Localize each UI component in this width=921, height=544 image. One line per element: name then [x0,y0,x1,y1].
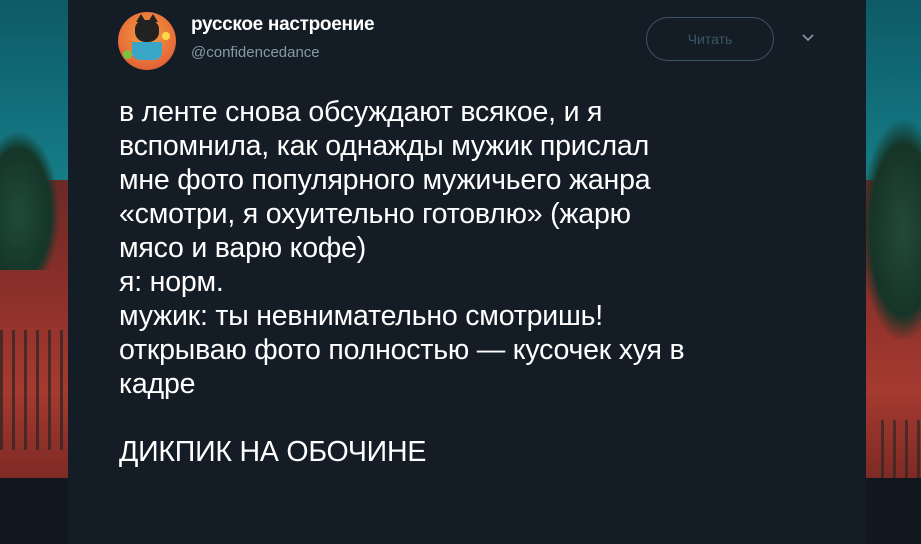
tweet-line: мне фото популярного мужичьего жанра [119,164,651,196]
tweet-line: мужик: ты невнимательно смотришь! [119,300,603,332]
follow-button[interactable]: Читать [646,17,774,61]
avatar-dot [123,50,132,59]
tweet-line: открываю фото полностью — кусочек хуя в [119,334,685,366]
author-display-name[interactable]: русское настроение [191,14,375,36]
tweet-line: в ленте снова обсуждают всякое, и я [119,96,603,128]
avatar[interactable] [118,12,176,70]
background-tree-right [861,120,921,340]
author-username[interactable]: @confidencedance [191,44,320,61]
avatar-cat-shape [135,14,159,42]
avatar-dot [162,32,170,40]
tweet-line: я: норм. [119,266,224,298]
background-tree-left [0,130,60,270]
tweet-line: мясо и варю кофе) [119,232,367,264]
tweet-line: кадре [119,368,196,400]
avatar-cup-shape [132,42,162,60]
tweet-card: русское настроение @confidencedance Чита… [68,0,866,544]
tweet-text: в ленте снова обсуждают всякое, и я вспо… [119,95,839,469]
chevron-down-icon[interactable] [800,30,816,46]
background-fence-left [0,330,66,450]
tweet-line: «смотри, я охуительно готовлю» (жарю [119,198,631,230]
tweet-closing-line: ДИКПИК НА ОБОЧИНЕ [119,436,427,468]
background-fence-right [881,420,921,480]
tweet-line: вспомнила, как однажды мужик прислал [119,130,650,162]
